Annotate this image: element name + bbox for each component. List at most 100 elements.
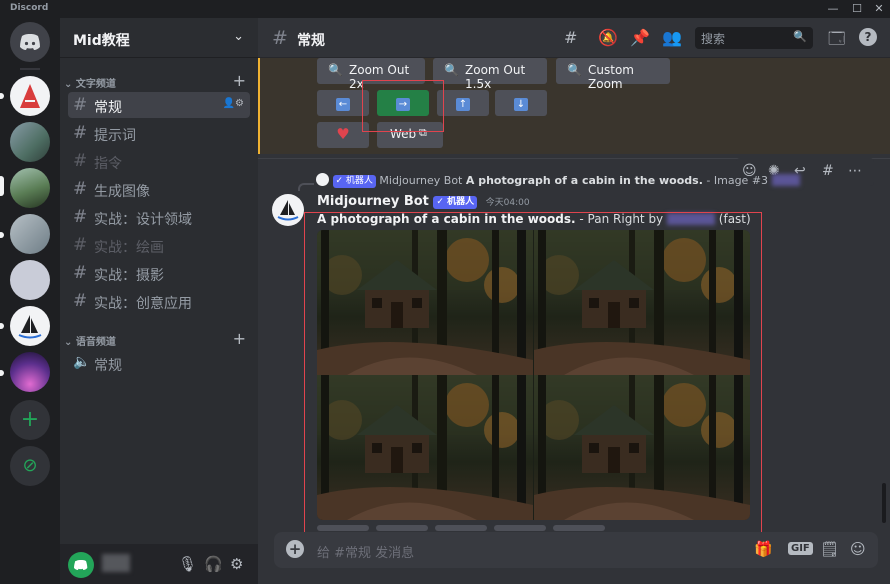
bot-badge: ✓ 机器人 [332,175,376,188]
title-bar: Discord — ☐ ✕ [0,0,890,18]
channel-item[interactable]: # 提示词 [68,120,250,146]
notifications-muted-icon[interactable]: 🔕 [598,28,618,47]
channel-label: 指令 [94,156,122,172]
username-redacted [102,554,130,572]
annotation-highlight [304,212,762,539]
settings-gear-icon[interactable]: ⚙ [230,555,243,573]
channel-label: 实战：绘画 [94,240,164,256]
rail-separator [20,68,40,70]
channel-item[interactable]: # 实战：创意应用 [68,288,250,314]
text-category[interactable]: ⌄ 文字频道 + [64,71,250,91]
hash-icon: # [73,179,88,199]
timestamp: 今天04:00 [485,198,530,208]
server-icon-red[interactable] [10,76,50,116]
scrollbar[interactable] [882,483,886,523]
arrow-up-icon: ↑ [456,98,470,111]
more-options-icon[interactable]: ⋯ [848,163,862,179]
server-icon-purple[interactable] [10,352,50,392]
invite-settings-icons[interactable]: 👤⚙ [223,98,244,109]
channel-label: 常规 [94,100,122,116]
channel-item[interactable]: # 生成图像 [68,176,250,202]
channel-label: 实战：摄影 [94,268,164,284]
previous-message: 🔍 Zoom Out 2x 🔍 Zoom Out 1.5x 🔍 Custom Z… [258,58,890,154]
selected-pip [0,176,4,196]
main-panel: # 常规 # 🔕 📌 👥 搜索 🔍 🗔 ? 🔍 Zoom Out 2x 🔍 Zo… [258,18,890,584]
message-composer[interactable]: + 给 #常规 发消息 🎁 GIF 🗒 ☺ [274,532,878,568]
author-name[interactable]: Midjourney Bot [317,194,429,209]
search-input[interactable]: 搜索 🔍 [695,27,813,49]
reply-prompt: A photograph of a cabin in the woods. [465,174,703,187]
gift-icon[interactable]: 🎁 [754,540,773,558]
message-author: Midjourney Bot ✓ 机器人 今天04:00 [317,194,530,209]
close-button[interactable]: ✕ [866,1,890,17]
add-server-button[interactable]: + [10,400,50,440]
unread-pip [0,232,4,238]
server-header[interactable]: Mid教程 ⌄ [60,18,258,58]
channel-title: 常规 [297,33,325,49]
gif-button[interactable]: GIF [788,542,813,555]
pin-icon[interactable]: 📌 [630,28,650,47]
voice-category[interactable]: ⌄ 语音频道 + [64,329,250,349]
server-name: Mid教程 [73,33,130,49]
button-placeholder [376,525,428,531]
pan-down-button[interactable]: ↓ [495,90,547,116]
add-channel-icon[interactable]: + [233,71,246,90]
avatar[interactable] [272,194,304,226]
minimize-button[interactable]: — [820,1,846,17]
voice-channel-item[interactable]: 🔈 常规 [68,350,250,376]
unread-pip [0,370,4,376]
add-channel-icon[interactable]: + [233,329,246,348]
pan-up-button[interactable]: ↑ [437,90,489,116]
custom-zoom-button[interactable]: 🔍 Custom Zoom [556,58,670,91]
hash-icon: # [73,291,88,311]
unread-pip [0,93,4,99]
member-list-icon[interactable]: 👥 [662,28,682,47]
explore-compass-icon[interactable]: ⊘ [10,446,50,486]
arrow-left-icon: ← [336,98,350,111]
button-placeholder [317,525,369,531]
channel-label: 生成图像 [94,184,150,200]
channel-item-general[interactable]: # 常规 👤⚙ [68,92,250,118]
hash-icon: # [73,207,88,227]
voice-category-label: 语音频道 [75,337,116,348]
user-panel: 🎙 🎧 ⚙ [60,544,258,584]
inbox-icon[interactable]: 🗔 [828,28,845,55]
server-icon-forest[interactable] [10,168,50,208]
channel-item[interactable]: # 实战：绘画 [68,232,250,258]
zoom-out-1-5x-button[interactable]: 🔍 Zoom Out 1.5x [433,58,547,91]
discord-home-icon[interactable] [10,22,50,62]
channel-sidebar: Mid教程 ⌄ ⌄ 文字频道 + # 常规 👤⚙ # 提示词 # 指令 # 生成… [60,18,258,584]
button-placeholder [553,525,605,531]
avatar[interactable] [68,552,94,578]
mic-muted-icon[interactable]: 🎙 [178,555,197,573]
emoji-icon[interactable]: ☺ [850,540,866,558]
reply-author: Midjourney Bot [379,174,463,187]
server-icon-landscape[interactable] [10,122,50,162]
unread-pip [0,323,4,329]
hash-icon: # [73,123,88,143]
channel-item[interactable]: # 实战：设计领域 [68,204,250,230]
redacted-mention [771,174,800,186]
hash-icon: # [73,95,88,115]
threads-icon[interactable]: # [564,28,577,47]
text-category-label: 文字频道 [75,79,116,90]
headphones-muted-icon[interactable]: 🎧 [204,555,223,573]
help-icon[interactable]: ? [859,28,877,46]
channel-label: 实战：创意应用 [94,296,192,312]
attach-plus-icon[interactable]: + [286,540,304,558]
channel-item[interactable]: # 指令 [68,148,250,174]
magnifier-icon: 🔍 [444,63,459,77]
button-placeholder [494,525,546,531]
hash-icon: # [73,151,88,171]
hash-icon: # [272,27,288,49]
chevron-down-icon: ⌄ [233,29,244,44]
channel-item[interactable]: # 实战：摄影 [68,260,250,286]
server-icon-midjourney[interactable] [10,306,50,346]
create-thread-icon[interactable]: # [822,163,834,179]
speaker-icon: 🔈 [73,354,91,370]
button-label: Custom Zoom [588,63,634,91]
server-icon-light[interactable] [10,260,50,300]
server-icon-grey[interactable] [10,214,50,254]
reply-reference[interactable]: ✓ 机器人 Midjourney Bot A photograph of a c… [316,173,800,188]
sticker-icon[interactable]: 🗒 [820,540,839,558]
